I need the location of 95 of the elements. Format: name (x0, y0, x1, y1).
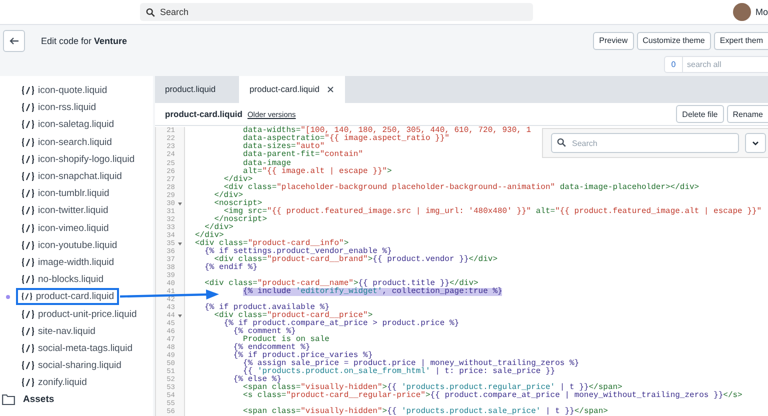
find-field[interactable]: Search (551, 133, 739, 153)
file-item[interactable]: social-meta-tags.liquid (16, 340, 138, 357)
file-item[interactable]: icon-shopify-logo.liquid (16, 150, 140, 168)
code-file-icon (21, 326, 35, 336)
file-item[interactable]: product-unit-price.liquid (16, 306, 142, 323)
code-file-icon (21, 292, 33, 302)
code-file-icon (21, 206, 35, 216)
code-line: {% endif %} (204, 264, 258, 272)
code-file-icon (21, 172, 35, 182)
fold-caret-icon[interactable] (178, 314, 182, 318)
user-name: Mo (755, 7, 768, 17)
file-tab[interactable]: product-card.liquid (239, 76, 345, 103)
code-file-icon (21, 154, 35, 164)
file-item[interactable]: zonify.liquid (16, 374, 92, 392)
search-icon (146, 8, 155, 17)
code-file-icon (21, 138, 35, 147)
code-line: {{ 'products.product.on_sale_from_html' | t: price: sale_price }} (243, 368, 556, 376)
search-icon (557, 138, 566, 147)
header-button[interactable]: Preview (593, 32, 634, 50)
fold-caret-icon[interactable] (178, 242, 182, 246)
file-item[interactable]: no-blocks.liquid (16, 271, 108, 288)
code-line: data-sizes="auto" (243, 143, 325, 152)
code-line: {% if product.price_varies %} (233, 352, 373, 360)
code-line: {% endcomment %} (233, 344, 310, 352)
code-file-icon (21, 258, 35, 267)
next-match-button[interactable] (745, 133, 766, 153)
code-line: data-parent-fit="contain" (243, 151, 364, 160)
file-item[interactable]: icon-search.liquid (16, 134, 117, 151)
file-item[interactable]: icon-quote.liquid (16, 82, 112, 100)
code-file-icon (21, 361, 35, 370)
code-line: <span class="visually-hidden">{{ 'products.product.sale_price' | t }}</span> (243, 408, 608, 416)
code-line: </div> (195, 232, 224, 240)
code-line: data-image (243, 160, 292, 168)
code-line: {% assign sale_price = product.price | money_without_trailing_zeros %} (243, 360, 580, 368)
back-arrow-icon (9, 36, 19, 44)
result-count: 0 (664, 56, 683, 73)
code-line: </div> (214, 192, 244, 200)
code-line: <noscript> (214, 200, 262, 208)
file-tab[interactable]: product.liquid (155, 76, 239, 103)
code-line: {% else %} (233, 376, 282, 384)
code-line: </noscript> (214, 216, 268, 224)
file-item[interactable]: icon-youtube.liquid (16, 236, 122, 254)
file-item[interactable]: icon-vimeo.liquid (16, 220, 114, 237)
code-line: <div class="product-card__price"> (214, 312, 373, 320)
page-title: Edit code for Venture (41, 36, 128, 46)
code-file-icon (21, 224, 35, 233)
file-item[interactable]: icon-rss.liquid (16, 99, 102, 116)
code-line: <div class="product-card__info"> (195, 240, 349, 248)
code-line: <div class="product-card__brand">{{ product.vendor }}</div> (214, 256, 498, 264)
code-line: <div class="placeholder-background placeholder-background--animation" data-image-placeholder></div> (224, 184, 700, 192)
code-file-icon (21, 86, 35, 96)
code-line: </div> (224, 176, 253, 184)
file-item[interactable]: icon-tumblr.liquid (16, 185, 114, 202)
code-file-icon (21, 120, 35, 130)
code-line: {% if settings.product_vendor_enable %} (204, 248, 392, 256)
folder-label[interactable]: Assets (23, 394, 54, 406)
file-name: product-card.liquid (165, 109, 242, 120)
code-line: data-aspectratio="{{ image.aspect_ratio }}" (243, 135, 450, 144)
code-file-icon (21, 310, 35, 319)
file-button[interactable]: Delete file (676, 105, 724, 124)
code-line: alt="{{ image.alt | escape }}"> (243, 168, 392, 176)
file-item[interactable]: site-nav.liquid (16, 322, 100, 340)
file-item[interactable]: icon-twitter.liquid (16, 202, 114, 220)
code-file-icon (21, 344, 35, 353)
search-field[interactable]: Search (140, 3, 533, 21)
code-file-icon (21, 189, 35, 198)
folder-icon (2, 394, 15, 406)
chevron-down-icon (752, 140, 759, 146)
code-line: <img src="{{ product.featured_image.src | img_url: '480x480' }}" alt="{{ product.featured_image.alt | escape }}" (224, 208, 762, 216)
close-icon[interactable] (327, 86, 334, 93)
fold-caret-icon[interactable] (178, 202, 182, 206)
code-line: {% comment %} (233, 328, 296, 336)
header-button[interactable]: Expert them (714, 32, 768, 50)
back-button[interactable] (3, 30, 25, 52)
code-line: <div class="product-card__name">{{ product.title }}</div> (204, 280, 478, 288)
code-line: <span class="visually-hidden">{{ 'products.product.regular_price' | t }}</span> (243, 384, 622, 392)
file-item[interactable]: icon-saletag.liquid (16, 116, 120, 134)
avatar[interactable] (733, 3, 752, 21)
code-file-icon (21, 103, 35, 112)
code-line: </div> (204, 224, 234, 232)
file-item[interactable]: product-card.liquid (16, 288, 119, 306)
search-all-field[interactable]: search all (683, 56, 768, 73)
code-file-icon (21, 240, 35, 250)
code-file-icon (21, 275, 35, 284)
code-line: <s class="product-card__regular-price">{{ product.compare_at_price | money_without_trailing_zeros }}</s> (243, 392, 742, 400)
code-line: {% if product.available %} (204, 304, 330, 312)
file-button[interactable]: Rename (726, 105, 768, 124)
code-line: data-widths="[100, 140, 180, 250, 305, 440, 610, 720, 930, 1 (243, 127, 532, 136)
code-line: Product is on sale (243, 336, 330, 344)
code-line: {% if product.compare_at_price > product.price %} (224, 320, 460, 328)
header-button[interactable]: Customize theme (636, 32, 711, 50)
file-item[interactable]: social-sharing.liquid (16, 357, 126, 374)
file-item[interactable]: icon-snapchat.liquid (16, 168, 127, 186)
file-item[interactable]: image-width.liquid (16, 254, 120, 271)
code-file-icon (21, 378, 35, 388)
